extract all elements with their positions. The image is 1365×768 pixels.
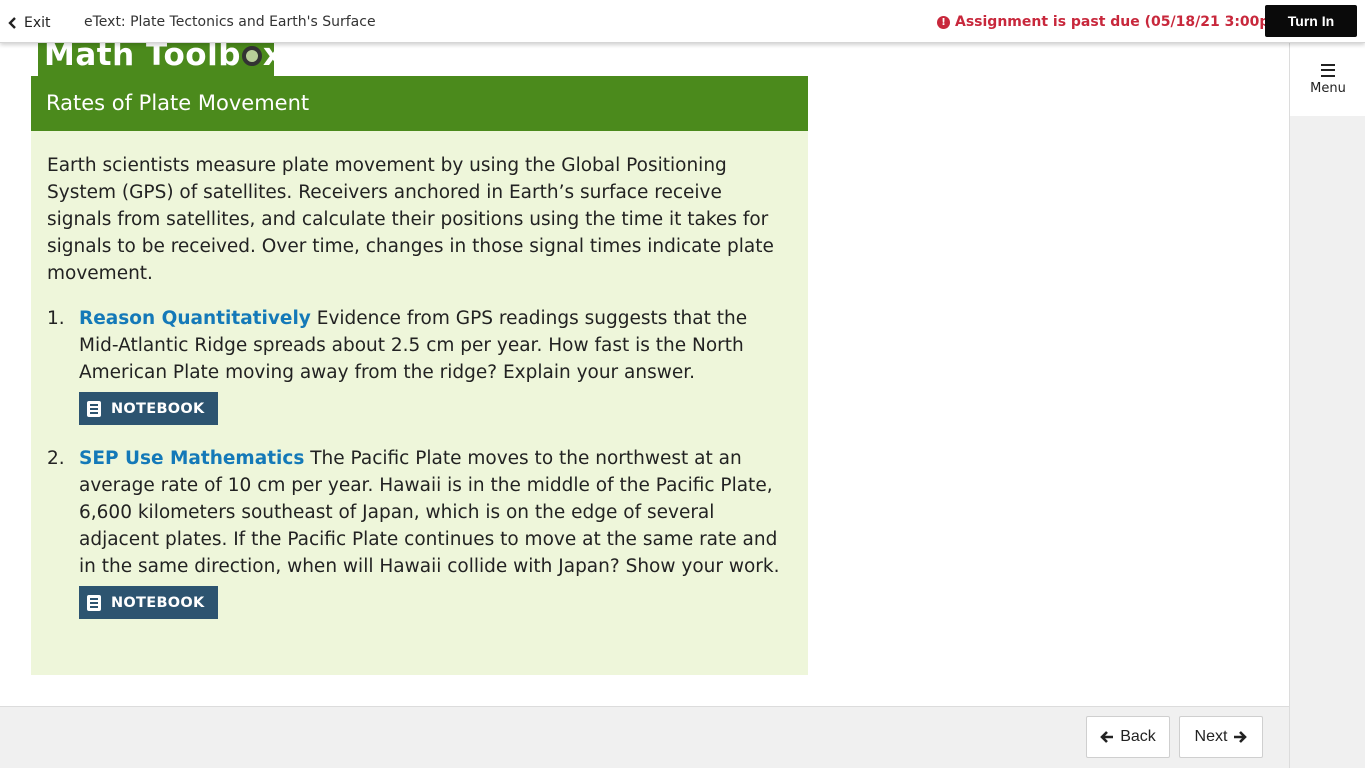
arrow-left-icon [1100, 731, 1114, 743]
card-body: Earth scientists measure plate movement … [31, 131, 808, 619]
notebook-button[interactable]: NOTEBOOK [79, 392, 218, 425]
question-item: 2. SEP Use Mathematics The Pacific Plate… [47, 445, 792, 619]
intro-paragraph: Earth scientists measure plate movement … [47, 155, 774, 284]
card-title: Rates of Plate Movement [31, 76, 808, 131]
back-label: Back [1120, 728, 1156, 745]
math-toolbox-logo: Math Toolb x [38, 43, 283, 76]
footer-nav: Back Next [0, 706, 1289, 768]
logo-text-start: Math Toolb [44, 43, 241, 73]
past-due-text: Assignment is past due (05/18/21 3:00pm) [955, 14, 1291, 30]
turn-in-button[interactable]: Turn In [1265, 5, 1357, 37]
page-title: eText: Plate Tectonics and Earth's Surfa… [84, 14, 376, 30]
question-list: 1. Reason Quantitatively Evidence from G… [47, 305, 792, 619]
exclamation-circle-icon: ! [937, 15, 950, 29]
exit-link[interactable]: Exit [7, 12, 51, 34]
main-content: Math Toolb x Rates of Plate Movement Eart… [0, 43, 1289, 706]
question-number: 1. [47, 308, 65, 329]
notebook-icon [87, 400, 101, 417]
math-toolbox-card: Rates of Plate Movement Earth scientists… [31, 76, 808, 675]
logo-text-end: x [262, 43, 284, 73]
question-text: SEP Use Mathematics The Pacific Plate mo… [79, 445, 792, 580]
past-due-notice: ! Assignment is past due (05/18/21 3:00p… [937, 14, 1290, 30]
question-label: Reason Quantitatively [79, 308, 311, 329]
menu-button[interactable]: Menu [1290, 43, 1365, 116]
notebook-label: NOTEBOOK [111, 400, 205, 417]
exit-label: Exit [24, 15, 51, 31]
arrow-right-icon [1234, 731, 1248, 743]
question-text: Reason Quantitatively Evidence from GPS … [79, 305, 792, 386]
logo-o-icon [241, 46, 262, 66]
menu-label: Menu [1310, 80, 1346, 96]
notebook-icon [87, 594, 101, 611]
notebook-label: NOTEBOOK [111, 594, 205, 611]
question-item: 1. Reason Quantitatively Evidence from G… [47, 305, 792, 425]
hamburger-icon [1321, 63, 1335, 77]
top-bar: Exit eText: Plate Tectonics and Earth's … [0, 0, 1365, 43]
right-rail: Menu [1289, 43, 1365, 768]
next-label: Next [1194, 728, 1228, 745]
question-number: 2. [47, 448, 65, 469]
notebook-button[interactable]: NOTEBOOK [79, 586, 218, 619]
back-button[interactable]: Back [1086, 716, 1170, 758]
chevron-left-icon [8, 17, 16, 29]
next-button[interactable]: Next [1179, 716, 1263, 758]
question-label: SEP Use Mathematics [79, 448, 305, 469]
